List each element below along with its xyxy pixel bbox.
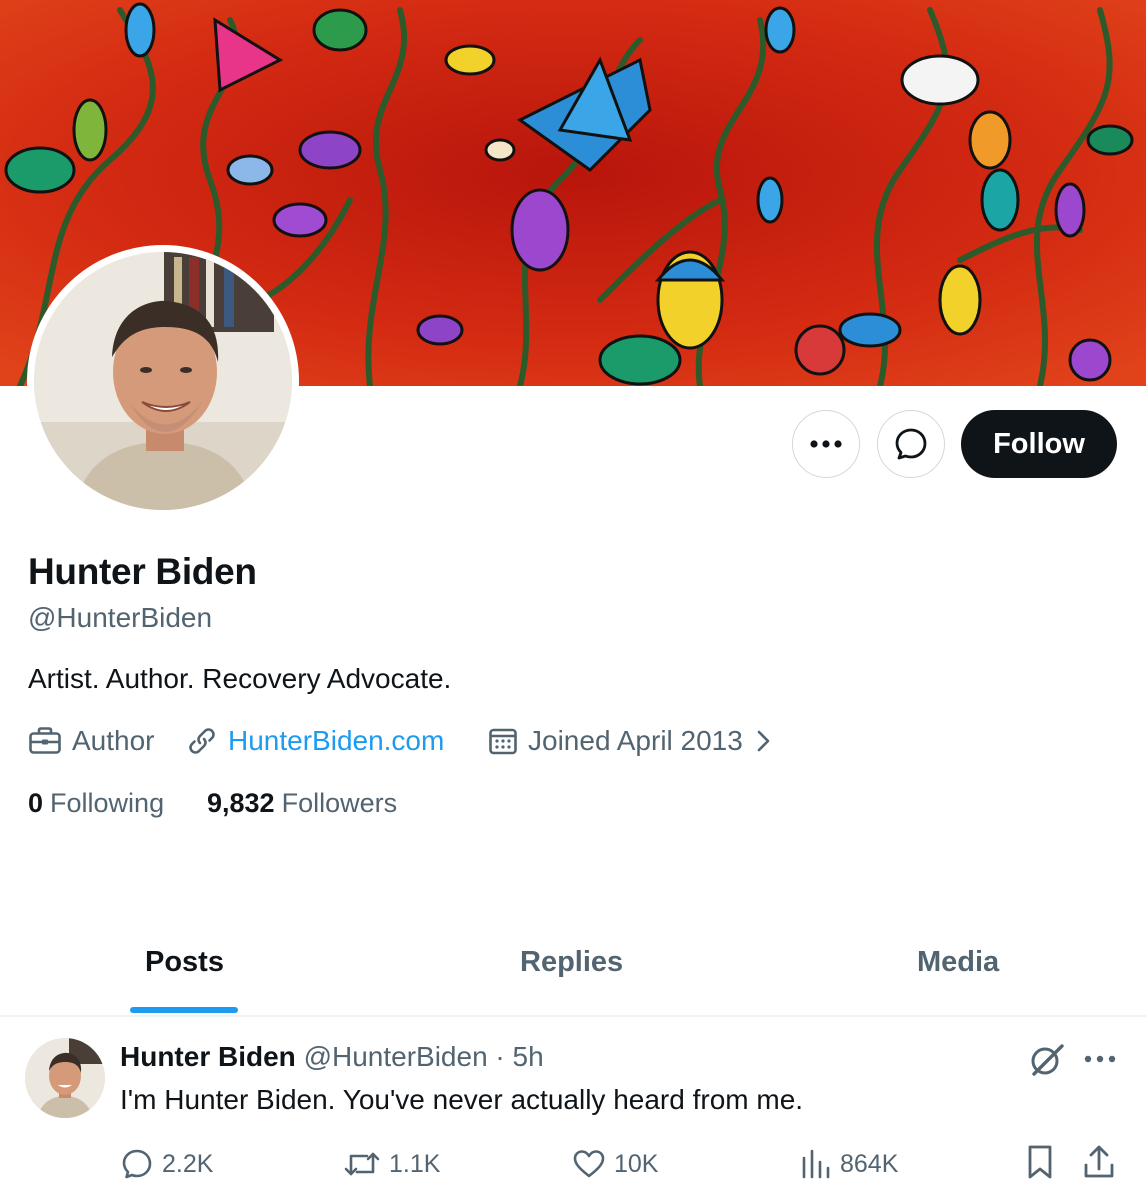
analytics-icon [802,1149,830,1179]
profile-website-link[interactable]: HunterBiden.com [228,725,444,757]
like-count: 10K [614,1149,659,1178]
profile-joined[interactable]: Joined April 2013 [488,722,775,760]
briefcase-icon [29,727,61,754]
like-button[interactable]: 10K [572,1146,658,1182]
views-count: 864K [840,1149,899,1178]
views-button[interactable]: 864K [800,1146,898,1182]
share-icon [1084,1145,1114,1178]
profile-name: Hunter Biden [28,551,257,592]
followers-number: 9,832 [207,787,275,818]
following-count[interactable]: 0 Following [28,786,164,820]
share-button[interactable] [1082,1144,1124,1180]
message-bubble-icon [895,428,927,460]
avatar-photo [34,252,292,510]
tab-replies[interactable]: Replies [520,946,623,979]
heart-icon [573,1150,605,1178]
more-options-button[interactable] [792,410,860,478]
profile-job-label: Author [72,725,155,756]
link-icon [189,728,215,754]
post-header: Hunter Biden @HunterBiden · 5h [120,1041,544,1073]
post-avatar-portrait [25,1038,105,1118]
post-author-name[interactable]: Hunter Biden [120,1041,296,1072]
reply-count: 2.2K [162,1149,214,1178]
profile-bio: Artist. Author. Recovery Advocate. [28,663,452,694]
profile-handle: @HunterBiden [28,602,213,633]
profile-website[interactable]: HunterBiden.com [186,722,444,760]
tab-media[interactable]: Media [917,946,999,979]
bookmark-icon [1028,1145,1052,1179]
followers-label: Followers [281,787,398,818]
post-author-handle[interactable]: @HunterBiden [304,1041,488,1072]
bookmark-button[interactable] [1024,1144,1064,1180]
profile-joined-label: Joined April 2013 [528,725,743,756]
reply-button[interactable]: 2.2K [120,1146,213,1182]
repost-count: 1.1K [389,1149,441,1178]
post-timestamp[interactable]: · 5h [495,1041,543,1072]
followers-count[interactable]: 9,832 Followers [207,786,397,820]
repost-icon [344,1152,380,1176]
profile-avatar[interactable] [27,245,299,517]
calendar-icon [489,728,517,755]
message-button[interactable] [877,410,945,478]
tabs-divider [0,1015,1146,1017]
active-tab-indicator [130,1007,238,1013]
avatar-portrait [34,252,292,510]
grok-icon[interactable] [1026,1040,1066,1080]
post-text: I'm Hunter Biden. You've never actually … [120,1084,804,1115]
post-more-icon[interactable] [1082,1044,1118,1074]
more-horizontal-icon [810,440,842,448]
chevron-right-icon [757,730,770,752]
following-number: 0 [28,787,44,818]
repost-button[interactable]: 1.1K [343,1146,440,1182]
tab-posts[interactable]: Posts [145,946,224,979]
profile-job: Author [28,722,155,760]
follow-button[interactable]: Follow [961,410,1117,478]
following-label: Following [50,787,165,818]
reply-icon [122,1149,152,1179]
post-author-avatar[interactable] [25,1038,105,1118]
